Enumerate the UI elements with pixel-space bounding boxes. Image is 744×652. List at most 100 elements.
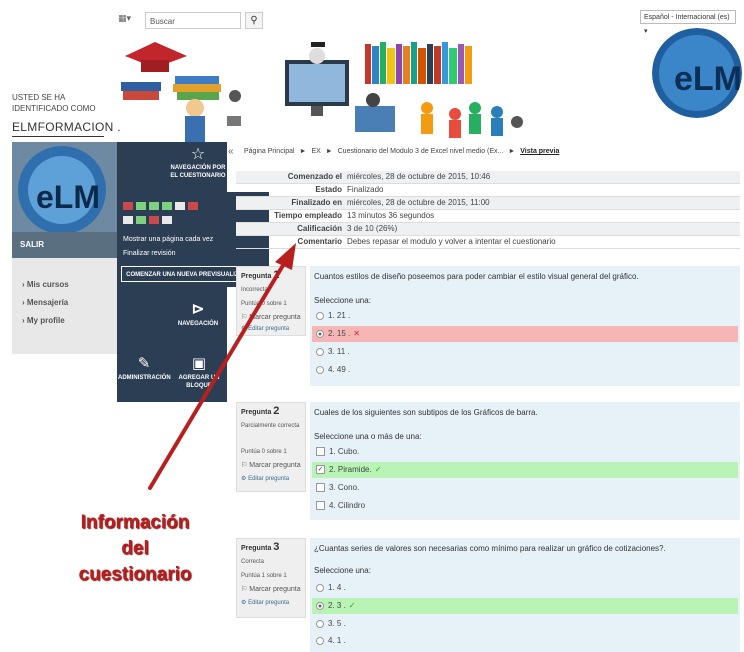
finish-review-link[interactable]: Finalizar revisión (123, 250, 176, 257)
flag-question-link[interactable]: ⚐ Marcar pregunta (241, 461, 301, 469)
question-nav-button[interactable] (175, 202, 185, 210)
radio-button[interactable] (316, 311, 324, 320)
compass-icon: ⊳ (191, 301, 205, 318)
language-label: Español - Internacional (es) (644, 14, 730, 21)
edit-question-link[interactable]: ⚙ Editar pregunta (241, 325, 289, 332)
answer-label: 3. Cono. (329, 483, 360, 492)
radio-button[interactable] (316, 636, 324, 645)
question-nav-button[interactable] (162, 202, 172, 210)
radio-button[interactable] (316, 347, 324, 356)
question-nav-button[interactable] (136, 202, 146, 210)
summary-value: 3 de 10 (26%) (347, 224, 398, 233)
username[interactable]: ELMFORMACION . (12, 120, 121, 134)
collapse-blocks-button[interactable]: « (228, 146, 234, 157)
navigation-tile[interactable]: ⊳ NAVEGACIÓN (170, 300, 226, 328)
answer-label: 3. 5 . (328, 619, 346, 628)
answer-option[interactable]: 3. 11 . (312, 344, 738, 360)
checkbox[interactable] (316, 483, 325, 493)
answer-label: 1. 21 . (328, 311, 351, 320)
edit-question-link[interactable]: ⚙ Editar pregunta (241, 475, 289, 482)
sidebar-item-mis-cursos[interactable]: › Mis cursos (22, 280, 69, 289)
answer-option[interactable]: 3. Cono. (312, 480, 738, 496)
answer-label: 1. 4 . (328, 583, 346, 592)
question-nav-button[interactable] (136, 216, 146, 224)
grid-menu-icon[interactable]: ▦▾ (118, 13, 138, 27)
language-select[interactable]: Español - Internacional (es) ▾ (640, 10, 736, 35)
flag-question-label: Marcar pregunta (249, 586, 301, 593)
question-nav-button[interactable] (149, 202, 159, 210)
question-nav-button[interactable] (162, 216, 172, 224)
summary-label: Estado (315, 185, 342, 194)
question-title: Pregunta 1 (241, 269, 280, 281)
administration-tile[interactable]: ✎ ADMINISTRACIÓN (118, 354, 171, 382)
question-nav-button[interactable] (149, 216, 159, 224)
search-button[interactable]: ⚲ (245, 12, 263, 29)
question-text: ¿Cuantas series de valores son necesaria… (314, 544, 666, 553)
wrench-icon: ✎ (137, 355, 151, 372)
question-nav-button[interactable] (123, 216, 133, 224)
breadcrumb-current: Vista previa (520, 148, 560, 155)
show-one-page-link[interactable]: Mostrar una página cada vez (123, 236, 213, 243)
answer-label: 3. 11 . (328, 347, 350, 356)
radio-button[interactable] (316, 619, 324, 628)
flag-question-label: Marcar pregunta (249, 462, 301, 469)
radio-button-checked[interactable] (316, 329, 324, 338)
annotation-label: Información del cuestionario (40, 510, 230, 588)
summary-row: Tiempo empleado 13 minutos 36 segundos (236, 210, 740, 223)
edit-question-link[interactable]: ⚙ Editar pregunta (241, 599, 289, 606)
question-title: Pregunta 2 (241, 405, 280, 417)
checkbox[interactable] (316, 447, 325, 457)
site-logo: eLM (652, 28, 742, 118)
question-nav-buttons-row2 (123, 216, 175, 226)
breadcrumb-home[interactable]: Página Principal (244, 148, 295, 155)
answer-option[interactable]: 4. 1 . (312, 633, 738, 649)
radio-button[interactable] (316, 365, 324, 374)
question-nav-button[interactable] (123, 202, 133, 210)
answer-option-selected-correct[interactable]: 2. 3 . ✓ (312, 598, 738, 614)
radio-button[interactable] (316, 583, 324, 592)
answer-option-selected-wrong[interactable]: 2. 15 . ✕ (312, 326, 738, 342)
answer-option[interactable]: 1. Cubo. (312, 444, 738, 460)
answer-option[interactable]: 1. 21 . (312, 308, 738, 324)
breadcrumb: Página Principal ► EX ► Cuestionario del… (244, 148, 559, 155)
breadcrumb-course[interactable]: EX (311, 148, 320, 155)
answer-option[interactable]: 1. 4 . (312, 580, 738, 596)
question-nav-buttons (123, 202, 201, 212)
answer-label: 2. Piramide. (329, 465, 372, 474)
radio-button-checked[interactable] (316, 601, 324, 610)
answer-option[interactable]: 3. 5 . (312, 616, 738, 632)
sidebar-item-my-profile[interactable]: › My profile (22, 316, 65, 325)
flag-question-link[interactable]: ⚐ Marcar pregunta (241, 313, 301, 321)
checkbox[interactable] (316, 501, 325, 511)
gear-icon: ⚙ (241, 600, 247, 606)
banner-illustration (121, 42, 523, 142)
answer-option[interactable]: 4. Cilindro (312, 498, 738, 514)
flag-icon: ⚐ (241, 586, 248, 593)
answer-label: 2. 15 . (328, 329, 351, 338)
question-points: Puntúa 0 sobre 1 (241, 449, 287, 455)
correct-icon: ✓ (348, 601, 356, 610)
quiz-navigation-tile[interactable]: ☆ NAVEGACIÓN POR EL CUESTIONARIO (170, 146, 226, 180)
summary-value: Finalizado (347, 185, 384, 194)
answer-label: 4. 49 . (328, 365, 351, 374)
attempt-summary-table: Comenzado el miércoles, 28 de octubre de … (236, 171, 740, 249)
checkbox-checked[interactable]: ✓ (316, 465, 325, 475)
logout-button[interactable]: SALIR (12, 232, 117, 258)
search-icon: ⚲ (250, 15, 258, 26)
question-2-info: Pregunta 2 Parcialmente correcta Puntúa … (236, 402, 306, 492)
incorrect-icon: ✕ (353, 329, 360, 338)
answer-option-selected-correct[interactable]: ✓ 2. Piramide. ✓ (312, 462, 738, 478)
flag-question-link[interactable]: ⚐ Marcar pregunta (241, 585, 301, 593)
sidebar-item-mensajeria[interactable]: › Mensajería (22, 298, 68, 307)
question-number: 3 (273, 541, 280, 553)
summary-row: Comenzado el miércoles, 28 de octubre de … (236, 171, 740, 184)
breadcrumb-separator: ► (508, 148, 516, 155)
breadcrumb-quiz[interactable]: Cuestionario del Modulo 3 de Excel nivel… (338, 148, 504, 155)
question-nav-button[interactable] (188, 202, 198, 210)
summary-row: Finalizado en miércoles, 28 de octubre de… (236, 197, 740, 210)
gear-icon: ⚙ (241, 326, 247, 332)
answer-option[interactable]: 4. 49 . (312, 362, 738, 378)
search-input[interactable]: Buscar (145, 12, 241, 29)
question-prompt: Seleccione una: (314, 566, 371, 575)
add-block-tile[interactable]: ▣ AGREGAR UN BLOQUE (172, 354, 226, 390)
